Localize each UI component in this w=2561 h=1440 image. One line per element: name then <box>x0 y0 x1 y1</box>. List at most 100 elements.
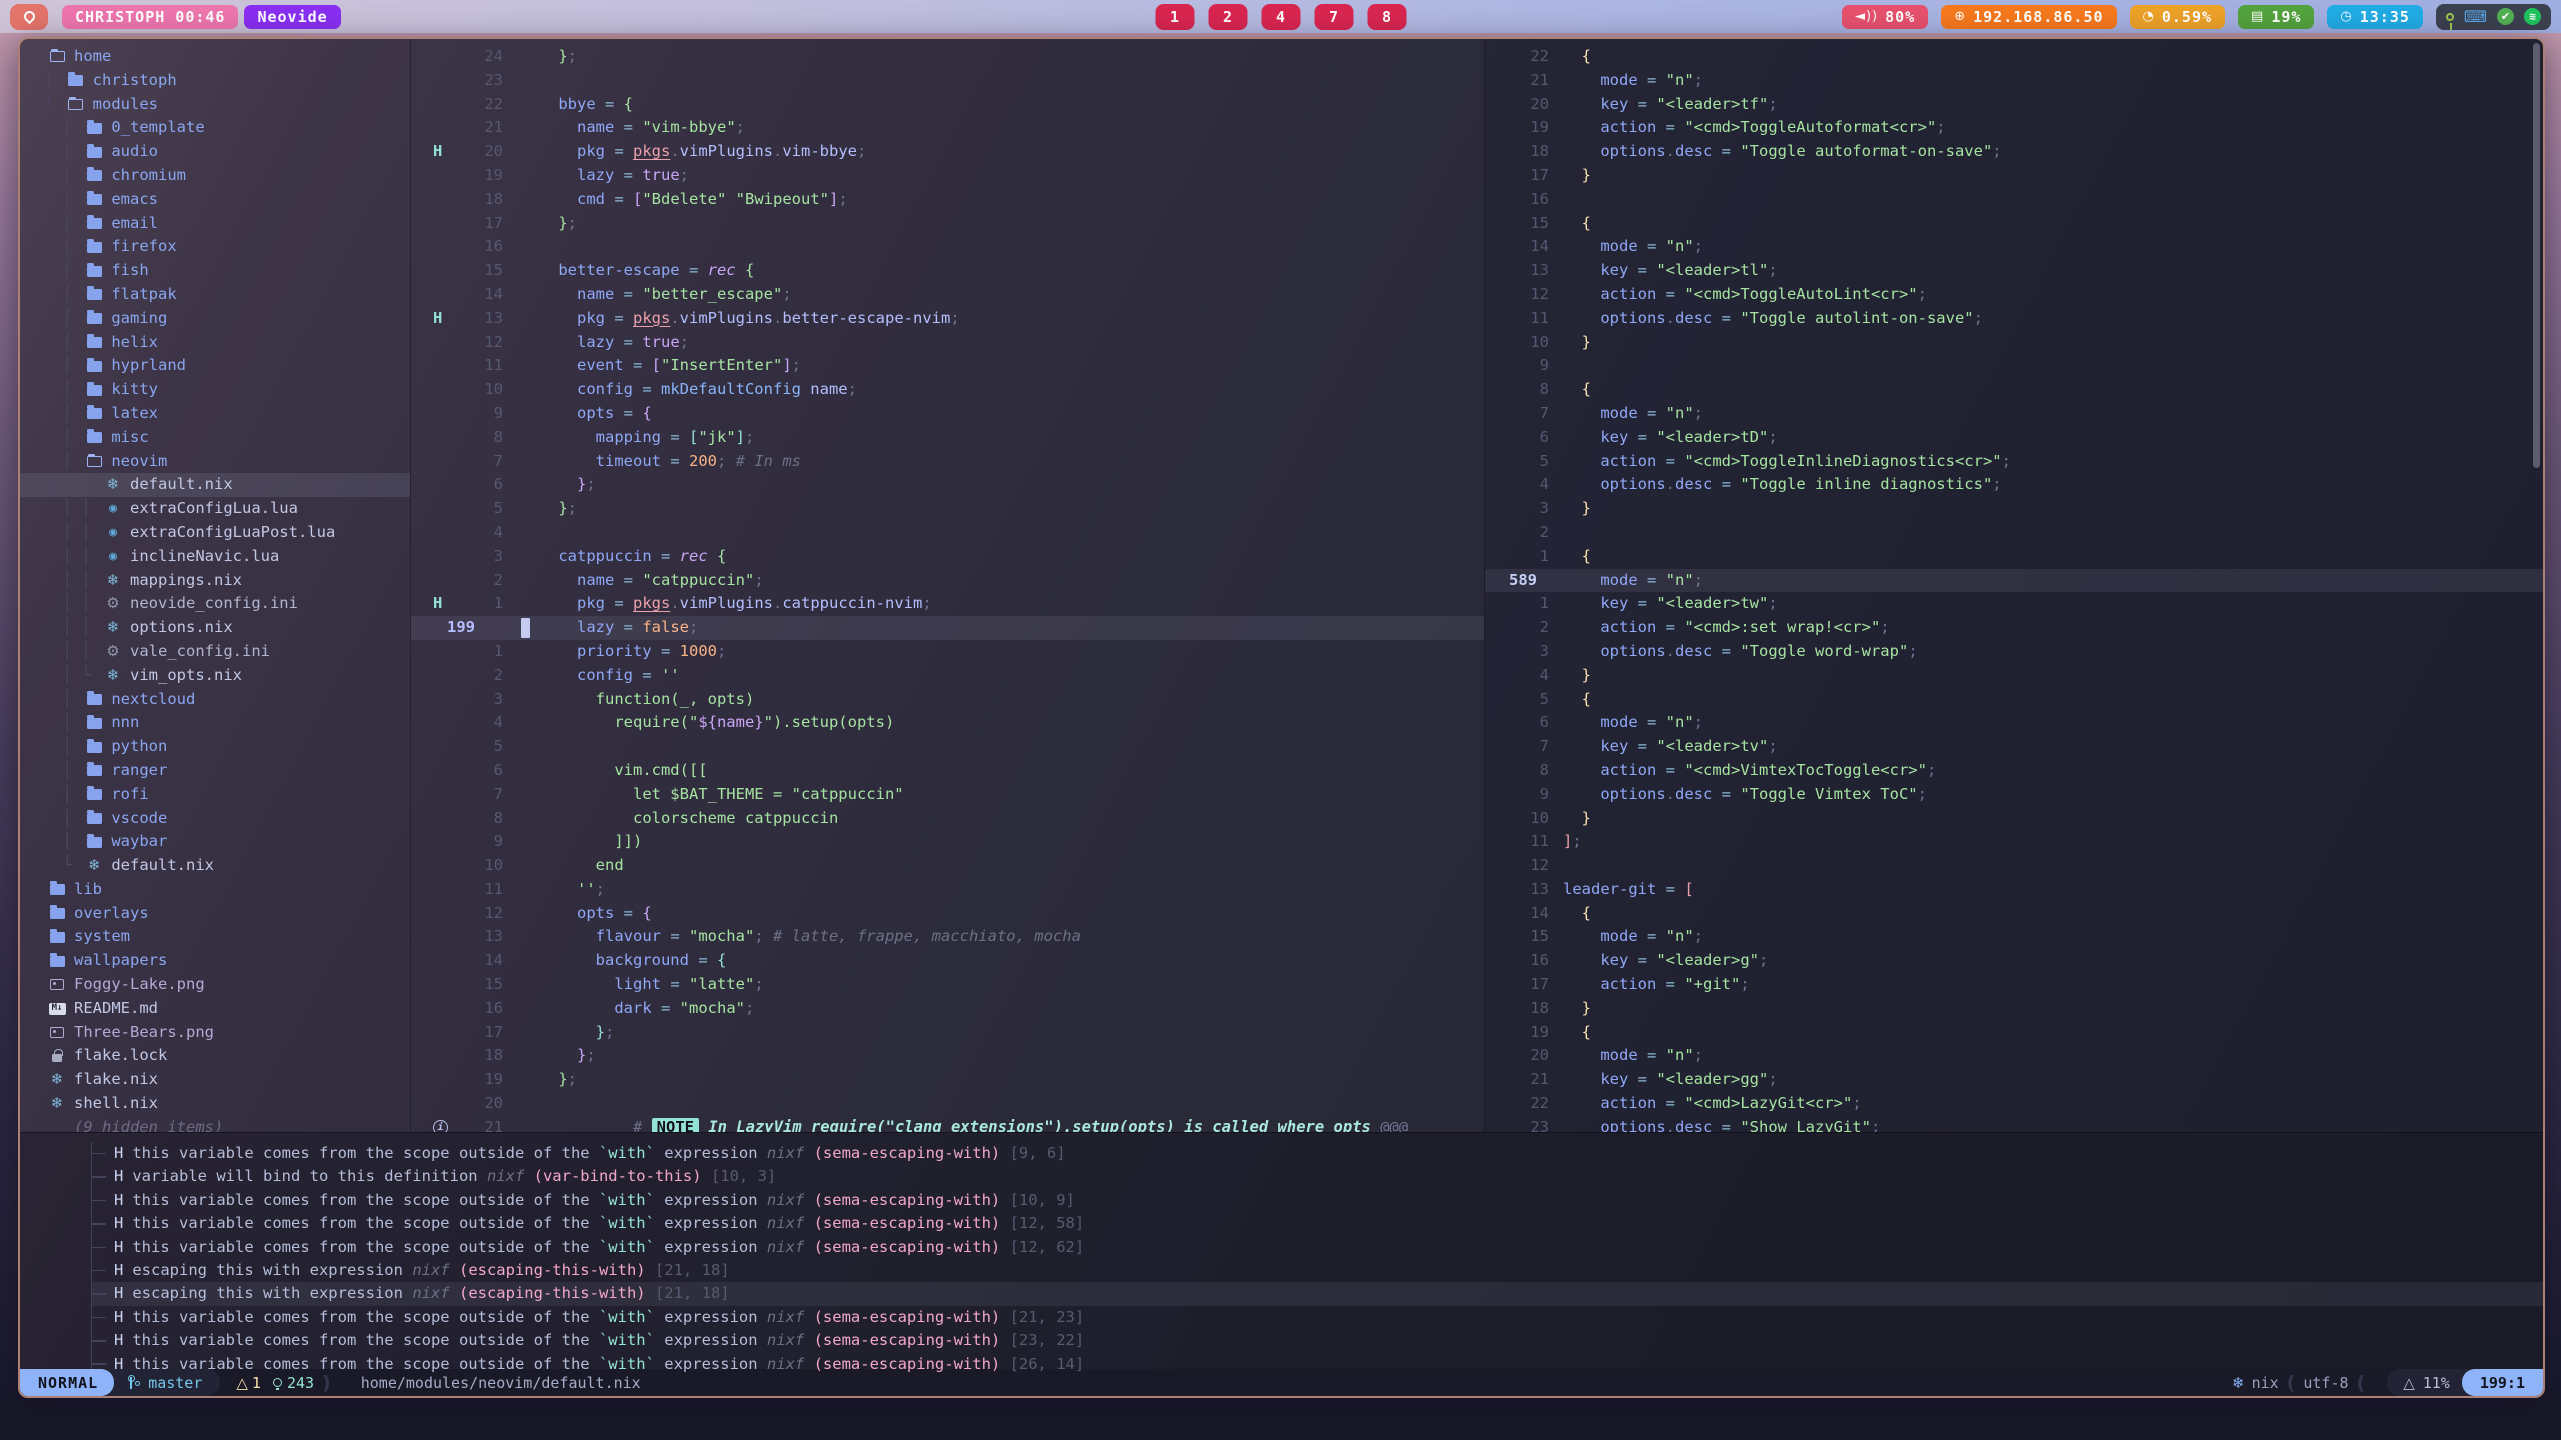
tree-item[interactable]: ❄shell.nix <box>20 1092 410 1116</box>
code-line[interactable]: 19 lazy = true; <box>411 164 1484 188</box>
code-line[interactable]: 18 cmd = ["Bdelete" "Bwipeout"]; <box>411 188 1484 212</box>
code-line[interactable]: 2 <box>1485 521 2543 545</box>
tree-item[interactable]: │ fish <box>20 259 410 283</box>
tree-item[interactable]: │ misc <box>20 426 410 450</box>
code-line[interactable]: 9 ]]) <box>411 830 1484 854</box>
code-line[interactable]: H1 pkg = pkgs.vimPlugins.catppuccin-nvim… <box>411 592 1484 616</box>
code-line[interactable]: 5 }; <box>411 497 1484 521</box>
code-line[interactable]: 16 <box>1485 188 2543 212</box>
code-line[interactable]: i21 # NOTE In LazyVim require("clang_ext… <box>411 1116 1484 1132</box>
tree-item[interactable]: │ nnn <box>20 711 410 735</box>
code-line[interactable]: 589 mode = "n"; <box>1485 569 2543 593</box>
tree-item[interactable]: └ ❄default.nix <box>20 854 410 878</box>
tree-item[interactable]: │ ranger <box>20 759 410 783</box>
code-line[interactable]: 1 key = "<leader>tw"; <box>1485 592 2543 616</box>
code-line[interactable]: 3 } <box>1485 497 2543 521</box>
diagnostic-row[interactable]: Hthis variable comes from the scope outs… <box>92 1236 2543 1259</box>
diagnostic-row[interactable]: Hescaping this with expression nixf (esc… <box>92 1282 2543 1305</box>
code-line[interactable]: 17 action = "+git"; <box>1485 973 2543 997</box>
code-line[interactable]: 19 { <box>1485 1021 2543 1045</box>
code-line[interactable]: 5 <box>411 735 1484 759</box>
tree-item[interactable]: │ firefox <box>20 235 410 259</box>
diagnostic-row[interactable]: Hthis variable comes from the scope outs… <box>92 1329 2543 1352</box>
code-line[interactable]: 6 vim.cmd([[ <box>411 759 1484 783</box>
diagnostic-row[interactable]: Hthis variable comes from the scope outs… <box>92 1306 2543 1329</box>
tree-item[interactable]: │ hyprland <box>20 354 410 378</box>
code-line[interactable]: 17 } <box>1485 164 2543 188</box>
code-line[interactable]: 14 background = { <box>411 949 1484 973</box>
code-line[interactable]: 11]; <box>1485 830 2543 854</box>
workspace-button[interactable]: 1 <box>1155 4 1194 30</box>
tree-item[interactable]: ❄flake.nix <box>20 1068 410 1092</box>
code-line[interactable]: 22 { <box>1485 45 2543 69</box>
code-line[interactable]: H13 pkg = pkgs.vimPlugins.better-escape-… <box>411 307 1484 331</box>
tree-item[interactable]: └ modules <box>20 93 410 117</box>
code-line[interactable]: 4 } <box>1485 664 2543 688</box>
code-line[interactable]: 12 opts = { <box>411 902 1484 926</box>
tree-item[interactable]: │ waybar <box>20 830 410 854</box>
workspace-button[interactable]: 2 <box>1208 4 1247 30</box>
code-line[interactable]: 15 light = "latte"; <box>411 973 1484 997</box>
check-icon[interactable]: ✔ <box>2497 8 2514 25</box>
diagnostic-row[interactable]: Hescaping this with expression nixf (esc… <box>92 1259 2543 1282</box>
tree-item[interactable]: │ helix <box>20 331 410 355</box>
code-line[interactable]: 11 ''; <box>411 878 1484 902</box>
code-line[interactable]: 20 key = "<leader>tf"; <box>1485 93 2543 117</box>
code-line[interactable]: 2 action = "<cmd>:set wrap!<cr>"; <box>1485 616 2543 640</box>
code-line[interactable]: 14 mode = "n"; <box>1485 235 2543 259</box>
code-line[interactable]: 3 options.desc = "Toggle word-wrap"; <box>1485 640 2543 664</box>
code-line[interactable]: 4 require("${name}").setup(opts) <box>411 711 1484 735</box>
tree-item[interactable]: Three-Bears.png <box>20 1021 410 1045</box>
workspace-button[interactable]: 8 <box>1367 4 1406 30</box>
code-line[interactable]: H20 pkg = pkgs.vimPlugins.vim-bbye; <box>411 140 1484 164</box>
code-line[interactable]: 6 key = "<leader>tD"; <box>1485 426 2543 450</box>
tree-item[interactable]: lib <box>20 878 410 902</box>
code-line[interactable]: 7 mode = "n"; <box>1485 402 2543 426</box>
code-line[interactable]: 23 <box>411 69 1484 93</box>
code-line[interactable]: 13 flavour = "mocha"; # latte, frappe, m… <box>411 925 1484 949</box>
tree-item[interactable]: │ flatpak <box>20 283 410 307</box>
code-line[interactable]: 199 lazy = false; <box>411 616 1484 640</box>
code-line[interactable]: 10 end <box>411 854 1484 878</box>
code-line[interactable]: 22 action = "<cmd>LazyGit<cr>"; <box>1485 1092 2543 1116</box>
tree-item[interactable]: │ │ ❄mappings.nix <box>20 569 410 593</box>
tree-item[interactable]: │ rofi <box>20 783 410 807</box>
tree-item[interactable]: │ │ ❄default.nix <box>20 473 410 497</box>
code-line[interactable]: 21 mode = "n"; <box>1485 69 2543 93</box>
tree-item[interactable]: │ │ ◉inclineNavic.lua <box>20 545 410 569</box>
tree-item[interactable]: │ │ ⚙vale_config.ini <box>20 640 410 664</box>
tree-item[interactable]: M↓README.md <box>20 997 410 1021</box>
diagnostic-row[interactable]: Hthis variable comes from the scope outs… <box>92 1189 2543 1212</box>
code-line[interactable]: 18 options.desc = "Toggle autoformat-on-… <box>1485 140 2543 164</box>
diagnostic-row[interactable]: Hthis variable comes from the scope outs… <box>92 1353 2543 1376</box>
tree-item[interactable]: │ nextcloud <box>20 688 410 712</box>
spotify-icon[interactable]: ≋ <box>2524 8 2541 25</box>
code-line[interactable]: 13 key = "<leader>tl"; <box>1485 259 2543 283</box>
diagnostic-row[interactable]: Hthis variable comes from the scope outs… <box>92 1212 2543 1235</box>
tree-item[interactable]: │ audio <box>20 140 410 164</box>
tree-item[interactable]: │ neovim <box>20 450 410 474</box>
tree-item[interactable]: flake.lock <box>20 1044 410 1068</box>
workspace-button[interactable]: 7 <box>1314 4 1353 30</box>
code-line[interactable]: 18 } <box>1485 997 2543 1021</box>
code-line[interactable]: 10 } <box>1485 807 2543 831</box>
code-line[interactable]: 2 config = '' <box>411 664 1484 688</box>
code-line[interactable]: 11 options.desc = "Toggle autolint-on-sa… <box>1485 307 2543 331</box>
launcher-button[interactable] <box>10 4 48 30</box>
tree-item[interactable]: home <box>20 45 410 69</box>
code-line[interactable]: 12 <box>1485 854 2543 878</box>
code-line[interactable]: 9 opts = { <box>411 402 1484 426</box>
code-line[interactable]: 3 catppuccin = rec { <box>411 545 1484 569</box>
tree-item[interactable]: │ chromium <box>20 164 410 188</box>
tree-item[interactable]: │ latex <box>20 402 410 426</box>
code-line[interactable]: 16 dark = "mocha"; <box>411 997 1484 1021</box>
code-line[interactable]: 8 action = "<cmd>VimtexTocToggle<cr>"; <box>1485 759 2543 783</box>
tree-item[interactable]: │ │ ❄options.nix <box>20 616 410 640</box>
tree-item[interactable]: │ 0_template <box>20 116 410 140</box>
code-line[interactable]: 14 name = "better_escape"; <box>411 283 1484 307</box>
code-line[interactable]: 13leader-git = [ <box>1485 878 2543 902</box>
code-line[interactable]: 14 { <box>1485 902 2543 926</box>
tree-item[interactable]: │ │ ◉extraConfigLua.lua <box>20 497 410 521</box>
tree-item[interactable]: wallpapers <box>20 949 410 973</box>
code-line[interactable]: 1 { <box>1485 545 2543 569</box>
